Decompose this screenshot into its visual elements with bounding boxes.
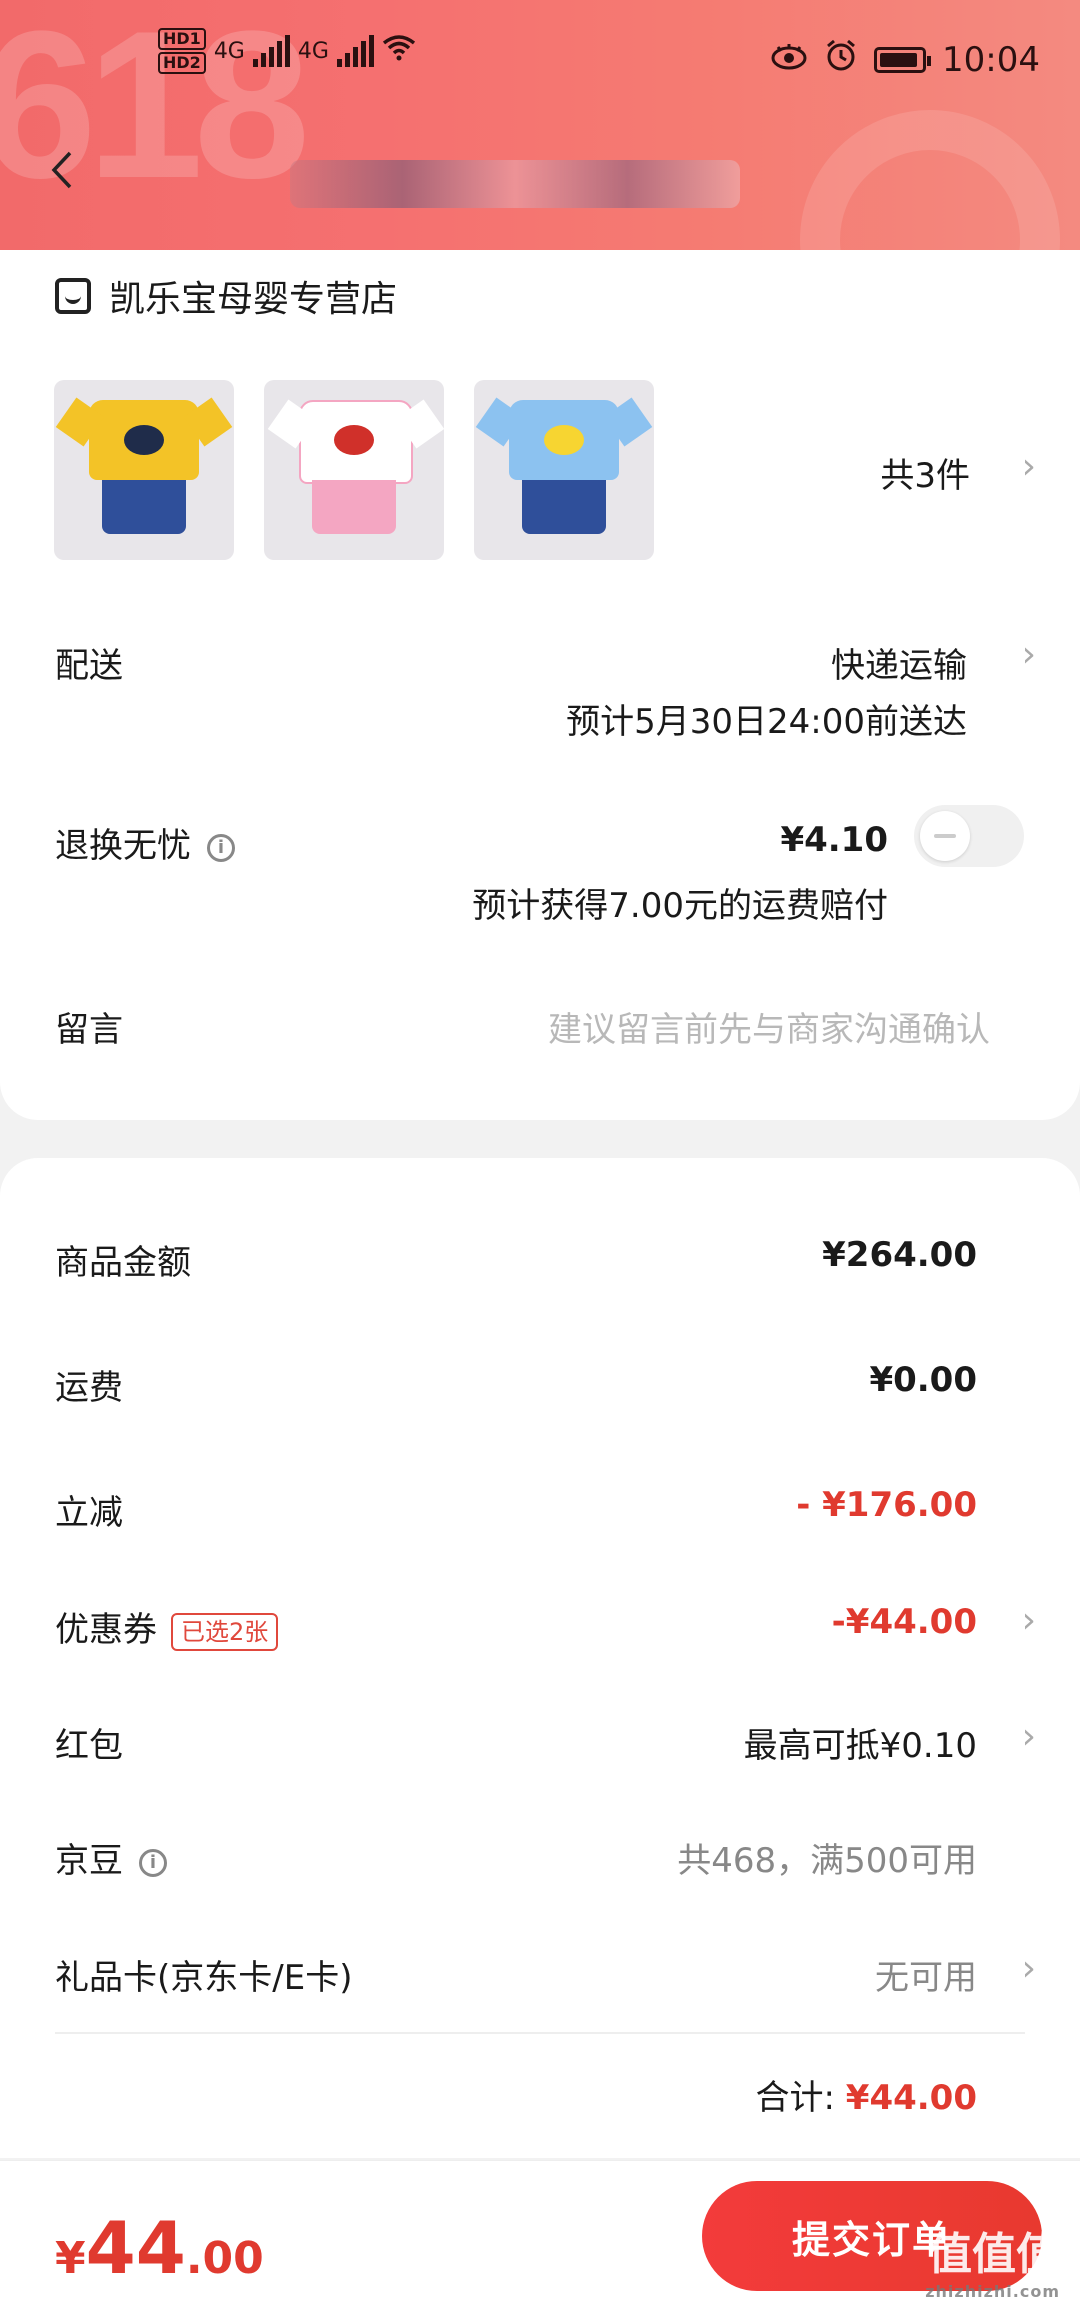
watermark: 值值值 zhizhizhi.com — [925, 2218, 1060, 2301]
shipping-value: ¥0.00 — [869, 1360, 977, 1400]
divider — [55, 2032, 1025, 2034]
delivery-method[interactable]: 快递运输 — [831, 638, 967, 687]
message-label: 留言 — [55, 1010, 123, 1050]
toggle-knob — [920, 811, 970, 861]
pants-image — [102, 480, 186, 534]
red-packet-label: 红包 — [55, 1726, 123, 1766]
back-button[interactable] — [50, 150, 86, 189]
red-packet-value[interactable]: 最高可抵¥0.10 — [744, 1718, 977, 1767]
goods-amount-value: ¥264.00 — [822, 1235, 977, 1275]
network-type-2: 4G — [297, 38, 329, 64]
order-items-card: 凯乐宝母婴专营店 共3件 › 配送 快递运输 › 预计5月30日24:00前送达… — [0, 250, 1080, 1120]
bottom-action-bar: ¥44.00 提交订单 值值值 zhizhizhi.com — [0, 2160, 1080, 2311]
hd2-badge: HD2 — [158, 52, 206, 74]
coupon-selected-tag: 已选2张 — [171, 1612, 279, 1651]
return-compensation-note: 预计获得7.00元的运费赔付 — [472, 886, 888, 926]
price-summary-card — [0, 1158, 1080, 2158]
shop-name: 凯乐宝母婴专营店 — [109, 279, 398, 320]
delivery-eta: 预计5月30日24:00前送达 — [566, 702, 967, 742]
chevron-right-icon[interactable]: › — [1022, 1716, 1036, 1757]
total-value: ¥44.00 — [845, 2078, 977, 2118]
gift-card-label: 礼品卡(京东卡/E卡) — [55, 1958, 353, 1998]
info-icon[interactable]: i — [139, 1848, 167, 1877]
blurred-address-title — [290, 160, 740, 208]
return-worry-free-toggle[interactable] — [914, 805, 1024, 867]
wifi-icon — [382, 33, 416, 69]
signal-icon-2 — [336, 35, 374, 67]
shirt-logo — [544, 425, 584, 455]
return-worry-free-row: 退换无忧 i — [55, 818, 235, 867]
coupon-value[interactable]: -¥44.00 — [832, 1602, 977, 1642]
chevron-left-icon — [51, 151, 72, 189]
total-label: 合计: — [755, 2078, 835, 2118]
shirt-logo — [124, 425, 164, 455]
final-price: ¥44.00 — [55, 2206, 264, 2290]
status-bar-right: 10:04 — [770, 38, 1040, 81]
product-thumbnails[interactable] — [54, 380, 654, 560]
chevron-right-icon[interactable]: › — [1022, 1948, 1036, 1989]
product-thumbnail-1[interactable] — [54, 380, 234, 560]
price-decimal: .00 — [185, 2233, 264, 2284]
instant-discount-label: 立减 — [55, 1493, 123, 1533]
return-worry-free-label: 退换无忧 — [55, 826, 191, 866]
eye-icon — [770, 40, 808, 80]
status-time: 10:04 — [942, 39, 1040, 80]
delivery-label: 配送 — [55, 646, 123, 686]
hd-badges: HD1 HD2 — [158, 28, 206, 74]
coupon-label: 优惠券 — [55, 1610, 157, 1650]
total-row: 合计: ¥44.00 — [756, 2070, 977, 2119]
jingdou-row: 京豆 i — [55, 1833, 167, 1882]
shirt-logo — [334, 425, 374, 455]
message-input[interactable]: 建议留言前先与商家沟通确认 — [548, 1002, 990, 1051]
header-bar: 618 HD1 HD2 4G 4G 10:04 — [0, 0, 1080, 250]
network-type-1: 4G — [213, 38, 245, 64]
chevron-right-icon[interactable]: › — [1022, 446, 1036, 487]
shop-icon — [55, 278, 91, 314]
shipping-label: 运费 — [55, 1368, 123, 1408]
pants-image — [312, 480, 396, 534]
hd1-badge: HD1 — [158, 28, 206, 50]
goods-amount-label: 商品金额 — [55, 1243, 191, 1283]
decorative-circle — [800, 110, 1060, 250]
item-count[interactable]: 共3件 — [880, 448, 970, 497]
watermark-url: zhizhizhi.com — [925, 2282, 1060, 2301]
coupon-row[interactable]: 优惠券 已选2张 — [55, 1602, 279, 1651]
chevron-right-icon[interactable]: › — [1022, 1600, 1036, 1641]
pants-image — [522, 480, 606, 534]
chevron-right-icon[interactable]: › — [1022, 634, 1036, 675]
instant-discount-value: - ¥176.00 — [796, 1485, 977, 1525]
info-icon[interactable]: i — [207, 833, 235, 862]
product-thumbnail-2[interactable] — [264, 380, 444, 560]
jingdou-label: 京豆 — [55, 1841, 123, 1881]
return-price: ¥4.10 — [780, 820, 888, 860]
price-integer: 44 — [85, 2206, 186, 2290]
battery-icon — [874, 46, 932, 73]
gift-card-value[interactable]: 无可用 — [875, 1950, 977, 1999]
status-bar-left: HD1 HD2 4G 4G — [158, 28, 416, 74]
shop-row[interactable]: 凯乐宝母婴专营店 — [55, 270, 397, 322]
watermark-logo: 值值值 — [928, 2229, 1060, 2280]
jingdou-value: 共468，满500可用 — [677, 1841, 977, 1881]
signal-icon — [252, 35, 290, 67]
alarm-icon — [824, 38, 858, 81]
currency-symbol: ¥ — [55, 2233, 86, 2284]
product-thumbnail-3[interactable] — [474, 380, 654, 560]
